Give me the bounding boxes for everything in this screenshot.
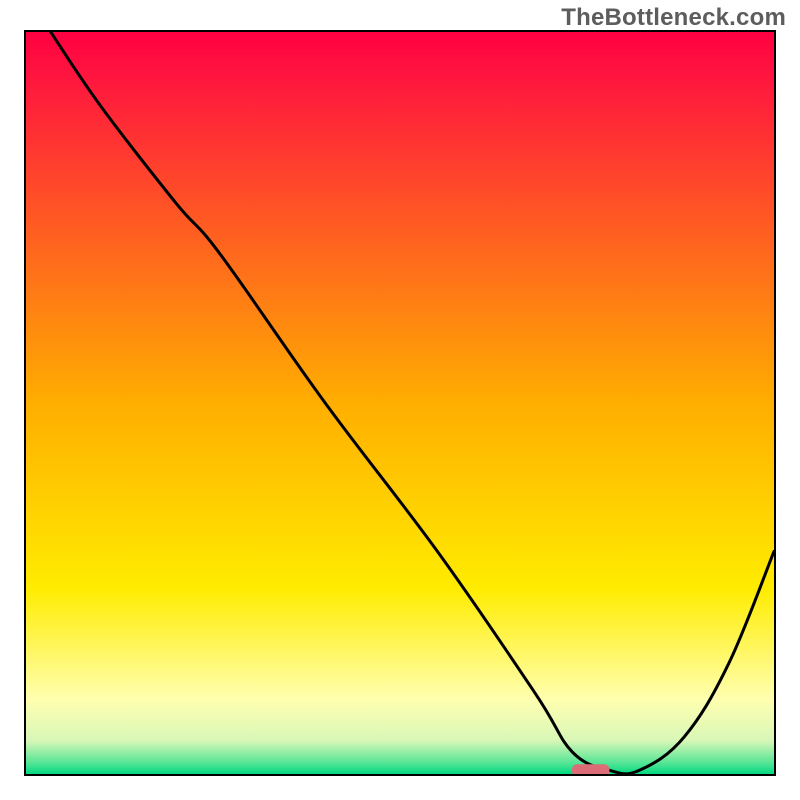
watermark-text: TheBottleneck.com [561, 4, 786, 32]
chart-border [24, 30, 776, 776]
chart-canvas: TheBottleneck.com [0, 0, 800, 800]
